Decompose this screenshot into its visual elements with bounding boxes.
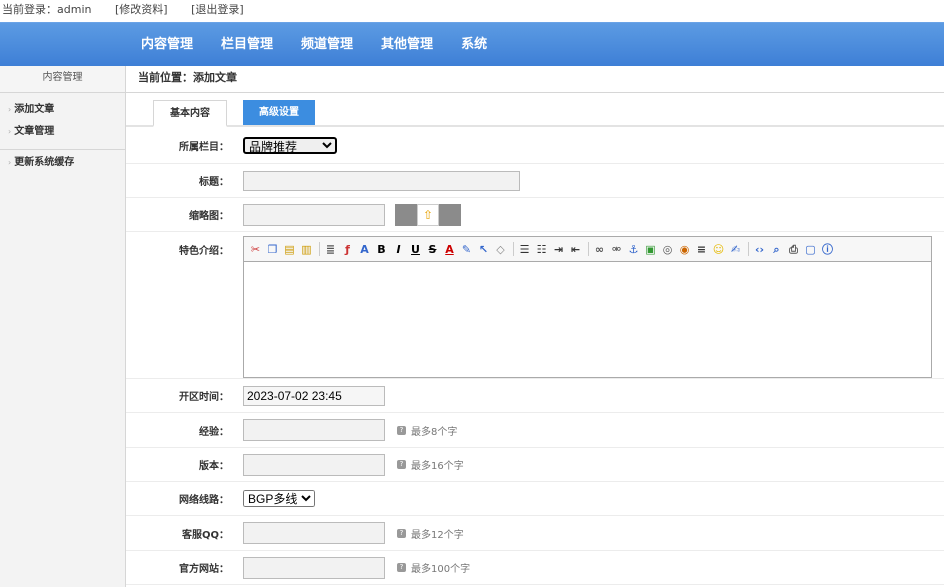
tab-advanced-settings[interactable]: 高级设置 (243, 100, 315, 125)
main-nav: 内容管理 栏目管理 频道管理 其他管理 系统 (0, 22, 944, 66)
outdent-icon[interactable]: ⇤ (568, 242, 583, 257)
tab-bar: 基本内容 高级设置 (126, 93, 944, 127)
about-icon[interactable]: ⓘ (820, 242, 835, 257)
sidebar-item-add-article[interactable]: › 添加文章 (0, 99, 125, 121)
sidebar-title: 内容管理 (0, 66, 126, 92)
print-icon[interactable]: ⎙ (786, 242, 801, 257)
link-icon[interactable]: ∞ (592, 242, 607, 257)
row-feature: 特色介绍： ✂ ❐ ▤ ▥ ≣ ƒ A B I U S A ✎ ↖ ◇ ☰ ☷ … (126, 232, 944, 379)
italic-icon[interactable]: I (391, 242, 406, 257)
main-content: 基本内容 高级设置 所属栏目： 品牌推荐 标题： 缩略图： ⇧ 特色介绍： ✂ … (126, 93, 944, 587)
flash-icon[interactable]: ◎ (660, 242, 675, 257)
row-category: 所属栏目： 品牌推荐 (126, 127, 944, 164)
experience-hint: 最多8个字 (411, 426, 458, 438)
qq-hint: 最多12个字 (411, 529, 464, 541)
website-hint: 最多100个字 (411, 564, 471, 575)
align-left-icon[interactable]: ☰ (517, 242, 532, 257)
open-date-input[interactable] (243, 385, 385, 406)
underline-icon[interactable]: U (408, 242, 423, 257)
open-date-label: 开区时间： (179, 392, 229, 403)
thumbnail-label: 缩略图： (189, 211, 229, 222)
upload-icon[interactable]: ⇧ (417, 203, 439, 226)
help-icon: ? (397, 425, 406, 435)
version-label: 版本： (199, 461, 229, 472)
row-thumbnail: 缩略图： ⇧ (126, 198, 944, 232)
website-label: 官方网站： (179, 564, 229, 575)
top-status-bar: 当前登录：admin [修改资料] [退出登录] (0, 0, 944, 22)
network-label: 网络线路： (179, 495, 229, 506)
fullscreen-icon[interactable]: ▢ (803, 242, 818, 257)
feature-label: 特色介绍： (179, 246, 229, 257)
category-label: 所属栏目： (179, 141, 229, 153)
font-color-icon[interactable]: A (442, 242, 457, 257)
unlink-icon[interactable]: ⚮ (609, 242, 624, 257)
hr-icon[interactable]: ≡ (694, 242, 709, 257)
row-open-date: 开区时间： (126, 379, 944, 413)
bullet-icon: › (8, 105, 12, 114)
anchor-icon[interactable]: ⚓ (626, 242, 641, 257)
tab-basic-content[interactable]: 基本内容 (153, 100, 227, 127)
category-select[interactable]: 品牌推荐 (243, 136, 337, 154)
media-icon[interactable]: ◉ (677, 242, 692, 257)
network-select[interactable]: BGP多线 (243, 490, 315, 507)
logout-link[interactable]: [退出登录] (191, 3, 244, 16)
edit-icon[interactable]: ✍ (728, 242, 743, 257)
title-label: 标题： (199, 177, 229, 188)
copy-icon[interactable]: ❐ (265, 242, 280, 257)
row-experience: 经验： ? 最多8个字 (126, 413, 944, 448)
nav-item-system[interactable]: 系统 (461, 23, 487, 66)
experience-label: 经验： (199, 426, 229, 438)
sidebar: › 添加文章 › 文章管理 › 更新系统缓存 (0, 93, 126, 587)
row-qq: 客服QQ： ? 最多12个字 (126, 516, 944, 551)
qq-input[interactable] (243, 522, 385, 544)
preview-icon[interactable]: ⌕ (769, 242, 784, 257)
title-input[interactable] (243, 170, 520, 191)
row-network: 网络线路： BGP多线 (126, 482, 944, 516)
edit-profile-link[interactable]: [修改资料] (115, 3, 168, 16)
version-hint: 最多16个字 (411, 461, 464, 472)
nav-item-content[interactable]: 内容管理 (141, 23, 193, 66)
paste-text-icon[interactable]: ▥ (299, 242, 314, 257)
source-code-icon[interactable]: ‹› (752, 242, 767, 257)
paste-icon[interactable]: ▤ (282, 242, 297, 257)
version-input[interactable] (243, 453, 385, 476)
highlight-icon[interactable]: ✎ (459, 242, 474, 257)
breadcrumb: 当前位置：添加文章 (138, 71, 237, 84)
rich-text-editor: ✂ ❐ ▤ ▥ ≣ ƒ A B I U S A ✎ ↖ ◇ ☰ ☷ ⇥ ⇤ ∞ … (243, 236, 932, 378)
nav-item-columns[interactable]: 栏目管理 (221, 23, 273, 66)
bullet-icon: › (8, 127, 12, 136)
image-icon[interactable]: ▣ (643, 242, 658, 257)
help-icon: ? (397, 528, 406, 538)
upload-control[interactable]: ⇧ (395, 203, 461, 226)
font-family-icon[interactable]: ƒ (340, 242, 355, 257)
row-title: 标题： (126, 164, 944, 198)
nav-item-channels[interactable]: 频道管理 (301, 23, 353, 66)
indent-icon[interactable]: ⇥ (551, 242, 566, 257)
eraser-icon[interactable]: ◇ (493, 242, 508, 257)
help-icon: ? (397, 563, 406, 572)
strikethrough-icon[interactable]: S (425, 242, 440, 257)
list-icon[interactable]: ☷ (534, 242, 549, 257)
thumbnail-input[interactable] (243, 203, 385, 226)
help-icon: ? (397, 460, 406, 469)
emoticon-icon[interactable]: ☺ (711, 242, 726, 257)
row-version: 版本： ? 最多16个字 (126, 448, 944, 482)
editor-toolbar: ✂ ❐ ▤ ▥ ≣ ƒ A B I U S A ✎ ↖ ◇ ☰ ☷ ⇥ ⇤ ∞ … (244, 237, 931, 262)
sidebar-item-update-cache[interactable]: › 更新系统缓存 (0, 152, 125, 174)
font-size-icon[interactable]: A (357, 242, 372, 257)
cut-icon[interactable]: ✂ (248, 242, 263, 257)
login-info: 当前登录：admin (2, 3, 92, 16)
sidebar-item-article-manage[interactable]: › 文章管理 (0, 121, 125, 143)
experience-input[interactable] (243, 419, 385, 441)
website-input[interactable] (243, 556, 385, 579)
select-all-icon[interactable]: ↖ (476, 242, 491, 257)
format-icon[interactable]: ≣ (323, 242, 338, 257)
row-website: 官方网站： ? 最多100个字 (126, 551, 944, 585)
nav-item-other[interactable]: 其他管理 (381, 23, 433, 66)
qq-label: 客服QQ： (181, 529, 229, 541)
bullet-icon: › (8, 158, 12, 167)
bold-icon[interactable]: B (374, 242, 389, 257)
